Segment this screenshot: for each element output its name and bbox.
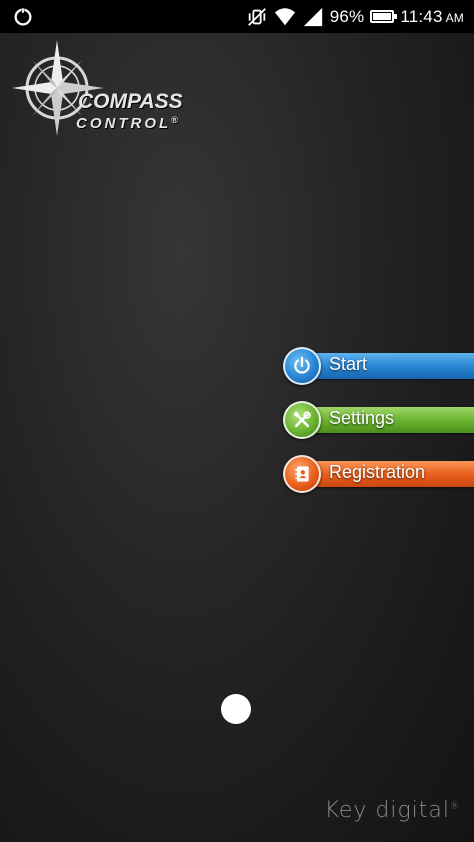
logo-registered-mark: ® [171,115,178,125]
registration-button-label: Registration [329,462,426,482]
logo-text-control-word: CONTROL [76,115,172,132]
compass-control-logo: COMPASS CONTROL® [12,38,183,138]
logo-text-compass: COMPASS [78,90,183,113]
brand-registered-mark: ® [450,801,460,812]
battery-percent: 96% [329,6,365,26]
status-right: 96% 11:43 AM [246,0,464,33]
power-icon [294,356,310,374]
clock-ampm: AM [445,10,464,25]
settings-button-label: Settings [329,408,395,428]
status-bar: 96% 11:43 AM [0,0,474,33]
start-button-badge [283,347,321,385]
vibrate-off-icon [247,7,266,26]
logo-text-control: CONTROL® [76,115,178,132]
tools-icon [293,411,311,428]
registration-button-badge [283,455,321,493]
settings-button[interactable]: Settings [283,401,474,439]
start-button[interactable]: Start [283,347,474,385]
signal-icon [303,7,322,26]
battery-icon [370,10,398,23]
registration-button[interactable]: Registration [283,455,474,493]
settings-button-badge [283,401,321,439]
sync-icon [14,7,32,26]
app-screen: 96% 11:43 AM COMPASS CONTROL® Start Sett… [0,0,474,842]
key-digital-logo: Key digital® [325,798,461,823]
start-button-label: Start [329,354,368,374]
touch-indicator-dot[interactable] [221,694,251,724]
clock: 11:43 AM [400,7,464,27]
battery-fill [373,13,391,20]
start-button-bar [299,353,474,379]
clock-time: 11:43 [400,6,443,26]
wifi-icon [274,7,295,25]
brand-text: Key digital [324,798,450,823]
contact-book-icon [295,466,309,482]
